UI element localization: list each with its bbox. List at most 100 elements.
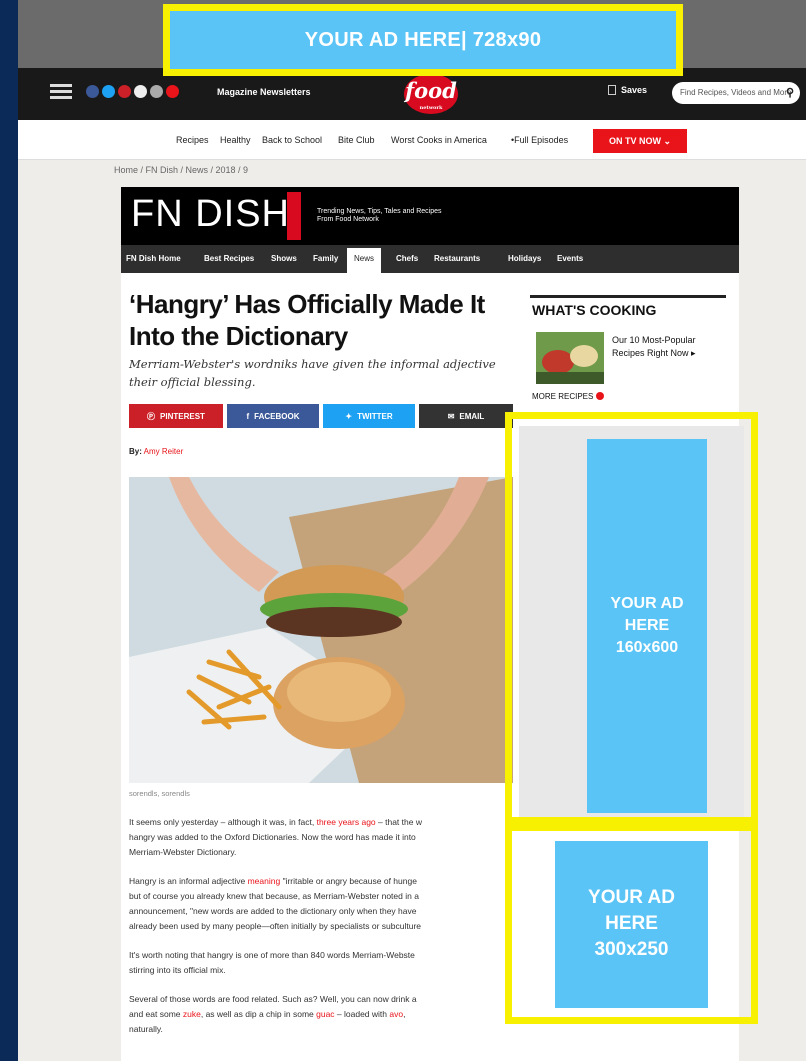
on-tv-now-button[interactable]: ON TV NOW ⌄ [593, 129, 687, 153]
article-paragraph-line: but of course you already knew that beca… [129, 889, 509, 904]
saves-button[interactable]: Saves [608, 85, 647, 95]
fn-dish-tagline: Trending News, Tips, Tales and Recipes F… [317, 208, 517, 224]
rectangle-ad[interactable]: YOUR AD HERE 300x250 [505, 824, 758, 1024]
paragraph-text: , [403, 1009, 406, 1019]
leaderboard-ad-label: YOUR AD HERE| 728x90 [170, 11, 676, 69]
facebook-icon[interactable] [86, 85, 99, 98]
paragraph-text: naturally. [129, 1024, 163, 1034]
brand-bar [287, 192, 301, 240]
photo-caption: sorendls, sorendls [129, 789, 190, 798]
paragraph-text: and eat some [129, 1009, 183, 1019]
subnav-fn-dish-home[interactable]: FN Dish Home [126, 254, 181, 263]
byline: By: Amy Reiter [129, 447, 183, 456]
paragraph-text: – loaded with [334, 1009, 390, 1019]
skyscraper-line-1: YOUR AD [610, 595, 684, 612]
search-icon[interactable]: ⚲ [786, 86, 794, 99]
newsletters-link[interactable]: Newsletters [260, 87, 311, 97]
article-paragraph-line: hangry was added to the Oxford Dictionar… [129, 830, 509, 845]
magazine-link[interactable]: Magazine [217, 87, 258, 97]
leaderboard-ad[interactable]: YOUR AD HERE| 728x90 [163, 4, 683, 76]
subnav-news[interactable]: News [347, 248, 382, 273]
main-nav: Recipes Healthy Back to School Bite Club… [18, 120, 806, 160]
googleplus-icon[interactable] [150, 85, 163, 98]
article-paragraph-line: Several of those words are food related.… [129, 992, 509, 1007]
sidebar-rule [530, 295, 726, 298]
nav-item-back-to-school[interactable]: Back to School [262, 135, 322, 145]
twitter-icon[interactable] [102, 85, 115, 98]
subnav-chefs[interactable]: Chefs [396, 254, 418, 263]
search-placeholder: Find Recipes, Videos and More [680, 88, 792, 97]
rectangle-line-2: HERE [605, 913, 658, 934]
skyscraper-line-3: 160x600 [615, 639, 679, 656]
pinterest-label: PINTEREST [160, 411, 205, 421]
logo-text: food [405, 78, 457, 103]
inline-link[interactable]: avo [389, 1009, 403, 1019]
paragraph-text: hangry was added to the Oxford Dictionar… [129, 832, 416, 842]
subnav-restaurants[interactable]: Restaurants [434, 254, 480, 263]
fn-dish-banner: FN DISH Trending News, Tips, Tales and R… [121, 187, 739, 245]
inline-link[interactable]: three years ago [317, 817, 376, 827]
whats-cooking-title: WHAT'S COOKING [532, 302, 657, 318]
search-input[interactable]: Find Recipes, Videos and More ⚲ [672, 82, 800, 104]
subnav-shows[interactable]: Shows [271, 254, 297, 263]
paragraph-text: Hangry is an informal adjective [129, 876, 248, 886]
article-dek: Merriam-Webster's wordniks have given th… [129, 357, 496, 389]
twitter-share-button[interactable]: ✦ TWITTER [323, 404, 415, 428]
rectangle-ad-label: YOUR AD HERE 300x250 [555, 840, 708, 1008]
sidebar-item[interactable]: Our 10 Most-Popular Recipes Right Now ▸ [612, 334, 722, 360]
on-tv-label: ON TV NOW [608, 136, 661, 146]
subnav-best-recipes[interactable]: Best Recipes [204, 254, 254, 263]
pinterest-share-button[interactable]: Ⓟ PINTEREST [129, 404, 223, 428]
nav-item-recipes[interactable]: Recipes [176, 135, 209, 145]
rectangle-line-1: YOUR AD [588, 887, 675, 908]
email-share-button[interactable]: ✉ EMAIL [419, 404, 513, 428]
recipe-thumbnail-image [536, 332, 604, 384]
author-link[interactable]: Amy Reiter [144, 447, 184, 456]
facebook-share-button[interactable]: f FACEBOOK [227, 404, 319, 428]
email-label: EMAIL [459, 411, 485, 421]
paragraph-text: "irritable or angry because of hunge [280, 876, 417, 886]
rectangle-line-3: 300x250 [594, 939, 669, 960]
article-paragraph-line: naturally. [129, 1022, 509, 1037]
subnav-holidays[interactable]: Holidays [508, 254, 541, 263]
article-paragraph-line: already been used by many people—often i… [129, 919, 509, 934]
paragraph-text: stirring into its official mix. [129, 965, 226, 975]
breadcrumb[interactable]: Home / FN Dish / News / 2018 / 9 [114, 165, 248, 175]
inline-link[interactable]: guac [316, 1009, 334, 1019]
instagram-icon[interactable] [134, 85, 147, 98]
more-recipes-link[interactable]: MORE RECIPES [532, 392, 604, 401]
article-paragraph-line: announcement, "new words are added to th… [129, 904, 509, 919]
burger-photo [129, 477, 513, 783]
menu-icon[interactable] [50, 84, 72, 100]
subnav-events[interactable]: Events [557, 254, 583, 263]
sidebar-thumbnail[interactable] [536, 332, 604, 384]
twitter-icon: ✦ [345, 411, 353, 421]
article-paragraph-line: Hangry is an informal adjective meaning … [129, 874, 509, 889]
article-photo [129, 477, 513, 783]
facebook-icon: f [246, 411, 250, 421]
paragraph-text: It's worth noting that hangry is one of … [129, 950, 415, 960]
logo-subtext: network [419, 105, 443, 111]
fn-dish-title[interactable]: FN DISH [131, 193, 290, 236]
paragraph-text: , as well as dip a chip in some [200, 1009, 317, 1019]
sidebar-item-label: Our 10 Most-Popular Recipes Right Now [612, 335, 696, 358]
saves-label: Saves [621, 85, 648, 95]
subnav-family[interactable]: Family [313, 254, 338, 263]
article-paragraph-line: Merriam-Webster Dictionary. [129, 845, 509, 860]
inline-link[interactable]: zuke [183, 1009, 201, 1019]
play-icon: ▸ [691, 348, 696, 358]
tagline-line-1: Trending News, Tips, Tales and Recipes [317, 208, 442, 215]
pinterest-icon[interactable] [118, 85, 131, 98]
paragraph-text: Merriam-Webster Dictionary. [129, 847, 237, 857]
nav-item-worst-cooks[interactable]: Worst Cooks in America [391, 135, 487, 145]
nav-item-healthy[interactable]: Healthy [220, 135, 251, 145]
nav-item-full-episodes[interactable]: •Full Episodes [511, 135, 568, 145]
inline-link[interactable]: meaning [248, 876, 281, 886]
nav-item-bite-club[interactable]: Bite Club [338, 135, 375, 145]
youtube-icon[interactable] [166, 85, 179, 98]
food-network-logo[interactable]: food network [404, 74, 458, 114]
skyscraper-ad[interactable]: YOUR AD HERE 160x600 [505, 412, 758, 824]
twitter-label: TWITTER [357, 411, 393, 421]
tagline-line-2: From Food Network [317, 216, 379, 223]
fn-dish-subnav: FN Dish Home Best Recipes Shows Family N… [121, 245, 739, 273]
